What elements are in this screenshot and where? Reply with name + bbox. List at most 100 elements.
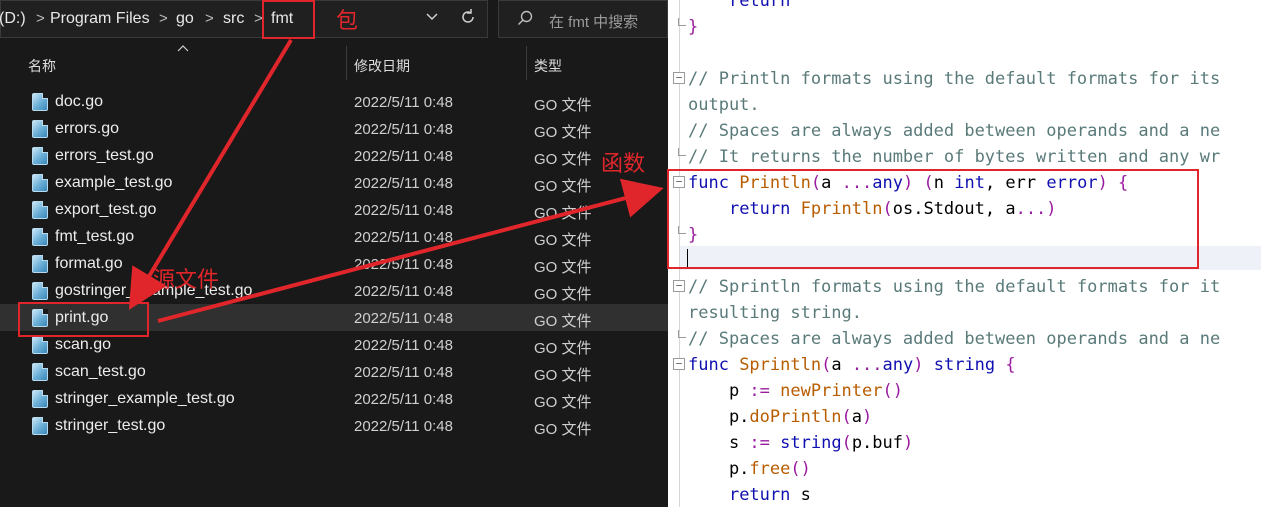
file-modified: 2022/5/11 0:48 bbox=[354, 418, 453, 435]
code-token: p bbox=[688, 381, 750, 401]
file-row[interactable]: stringer_example_test.go 2022/5/11 0:48 GO… bbox=[0, 385, 668, 412]
file-row[interactable]: gostringer_example_test.go 2022/5/11 0:48… bbox=[0, 277, 668, 304]
chevron-down-icon[interactable] bbox=[419, 7, 445, 33]
go-file-icon bbox=[32, 255, 48, 273]
code-token: string bbox=[933, 355, 1006, 375]
code-token: () bbox=[882, 381, 903, 401]
go-file-icon bbox=[32, 93, 48, 111]
column-divider[interactable] bbox=[346, 46, 347, 80]
breadcrumb-separator-icon: > bbox=[254, 10, 263, 27]
file-type: GO 文件 bbox=[534, 421, 592, 438]
code-token: p. bbox=[688, 407, 750, 427]
refresh-icon[interactable] bbox=[453, 7, 483, 33]
go-file-icon bbox=[32, 417, 48, 435]
code-line: p.free() bbox=[688, 459, 811, 479]
column-divider[interactable] bbox=[526, 46, 527, 80]
code-line: } bbox=[688, 225, 698, 245]
fold-end-icon bbox=[678, 148, 686, 156]
code-token: ) bbox=[903, 433, 914, 453]
code-line: output. bbox=[688, 95, 760, 115]
search-placeholder: 在 fmt 中搜索 bbox=[549, 14, 639, 31]
code-token: return bbox=[728, 199, 801, 219]
code-token: // Println formats using the default for… bbox=[688, 69, 1221, 89]
code-token: // Sprintln formats using the default fo… bbox=[688, 277, 1221, 297]
file-modified: 2022/5/11 0:48 bbox=[354, 337, 453, 354]
code-token: // It returns the number of bytes writte… bbox=[688, 147, 1221, 167]
code-token: { bbox=[1005, 355, 1016, 375]
file-name: doc.go bbox=[55, 93, 104, 110]
breadcrumb-fmt[interactable]: fmt bbox=[271, 10, 293, 28]
search-input[interactable]: 在 fmt 中搜索 bbox=[498, 0, 668, 38]
column-name[interactable]: 名称 bbox=[28, 56, 56, 76]
file-type: GO 文件 bbox=[534, 367, 592, 384]
code-token: () bbox=[790, 459, 811, 479]
fold-collapse-icon[interactable]: − bbox=[673, 72, 685, 84]
column-type[interactable]: 类型 bbox=[534, 56, 562, 76]
code-token: := bbox=[749, 381, 781, 401]
file-row[interactable]: export_test.go 2022/5/11 0:48 GO 文件 bbox=[0, 196, 668, 223]
code-token: ... bbox=[851, 355, 883, 375]
file-name: gostringer_example_test.go bbox=[55, 282, 253, 299]
code-token: os.Stdout, a bbox=[892, 199, 1016, 219]
code-token: return bbox=[728, 485, 801, 505]
file-row[interactable]: errors.go 2022/5/11 0:48 GO 文件 bbox=[0, 115, 668, 142]
code-token: ( bbox=[882, 199, 893, 219]
file-row[interactable]: format.go 2022/5/11 0:48 GO 文件 bbox=[0, 250, 668, 277]
code-line: // It returns the number of bytes writte… bbox=[688, 147, 1220, 167]
code-token: := bbox=[749, 433, 781, 453]
file-name: stringer_example_test.go bbox=[55, 390, 235, 407]
breadcrumb-drive[interactable]: (D:) bbox=[0, 10, 26, 28]
address-bar[interactable]: (D:) > Program Files > go > src > fmt bbox=[0, 0, 488, 38]
file-row[interactable]: example_test.go 2022/5/11 0:48 GO 文件 bbox=[0, 169, 668, 196]
code-line: s := string(p.buf) bbox=[688, 433, 913, 453]
file-row[interactable]: stringer_test.go 2022/5/11 0:48 GO 文件 bbox=[0, 412, 668, 439]
file-explorer: (D:) > Program Files > go > src > fmt 在 … bbox=[0, 0, 668, 507]
code-token: a bbox=[821, 173, 842, 193]
column-modified[interactable]: 修改日期 bbox=[354, 56, 410, 76]
file-modified: 2022/5/11 0:48 bbox=[354, 310, 453, 327]
file-type: GO 文件 bbox=[534, 340, 592, 357]
breadcrumb-separator-icon: > bbox=[159, 10, 168, 27]
go-file-icon bbox=[32, 309, 48, 327]
code-token: Fprintln bbox=[800, 199, 883, 219]
code-line: return s bbox=[688, 485, 811, 505]
fold-collapse-icon[interactable]: − bbox=[673, 358, 685, 370]
go-file-icon bbox=[32, 336, 48, 354]
code-token: ...) bbox=[1015, 199, 1057, 219]
code-token: a bbox=[851, 407, 863, 427]
column-header: 名称 修改日期 类型 bbox=[0, 46, 668, 82]
breadcrumb-src[interactable]: src bbox=[223, 10, 244, 28]
code-token: func bbox=[688, 173, 740, 193]
breadcrumb-program-files[interactable]: Program Files bbox=[50, 10, 150, 28]
file-row[interactable]: fmt_test.go 2022/5/11 0:48 GO 文件 bbox=[0, 223, 668, 250]
breadcrumb-go[interactable]: go bbox=[176, 10, 194, 28]
code-token: return bbox=[728, 0, 791, 11]
fold-end-icon bbox=[678, 18, 686, 26]
file-type: GO 文件 bbox=[534, 286, 592, 303]
file-type: GO 文件 bbox=[534, 259, 592, 276]
fold-collapse-icon[interactable]: − bbox=[673, 176, 685, 188]
file-modified: 2022/5/11 0:48 bbox=[354, 283, 453, 300]
go-file-icon bbox=[32, 120, 48, 138]
code-token: n bbox=[933, 173, 955, 193]
file-row[interactable]: scan.go 2022/5/11 0:48 GO 文件 bbox=[0, 331, 668, 358]
file-row[interactable]: scan_test.go 2022/5/11 0:48 GO 文件 bbox=[0, 358, 668, 385]
file-name: fmt_test.go bbox=[55, 228, 135, 245]
file-name: scan_test.go bbox=[55, 363, 146, 380]
sort-ascending-icon bbox=[177, 44, 189, 55]
code-token: ( bbox=[841, 407, 852, 427]
code-token: ) bbox=[913, 355, 934, 375]
file-row[interactable]: errors_test.go 2022/5/11 0:48 GO 文件 bbox=[0, 142, 668, 169]
search-icon bbox=[517, 10, 533, 31]
file-modified: 2022/5/11 0:48 bbox=[354, 121, 453, 138]
file-modified: 2022/5/11 0:48 bbox=[354, 256, 453, 273]
current-line-highlight bbox=[680, 246, 1261, 270]
file-row[interactable]: print.go 2022/5/11 0:48 GO 文件 bbox=[0, 304, 668, 331]
code-token: // Spaces are always added between opera… bbox=[688, 121, 1221, 141]
fold-collapse-icon[interactable]: − bbox=[673, 280, 685, 292]
code-line: // Spaces are always added between opera… bbox=[688, 121, 1220, 141]
code-line: // Spaces are always added between opera… bbox=[688, 329, 1220, 349]
code-editor[interactable]: − − − − return} // Println formats using … bbox=[668, 0, 1261, 507]
file-row[interactable]: doc.go 2022/5/11 0:48 GO 文件 bbox=[0, 88, 668, 115]
